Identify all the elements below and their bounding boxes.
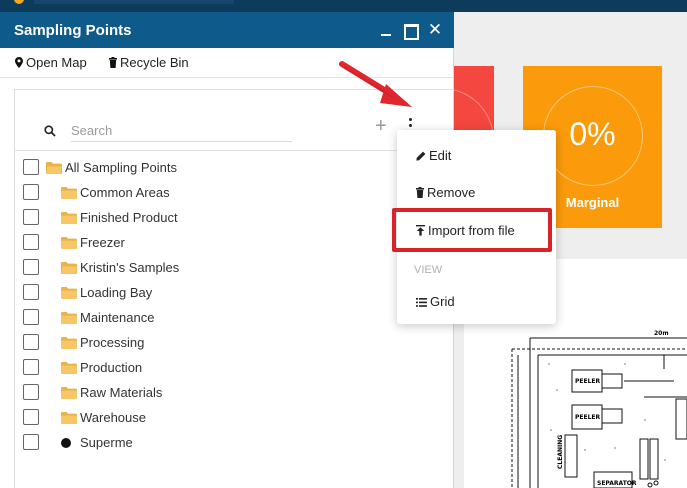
recycle-bin-label: Recycle Bin [120, 55, 189, 70]
minimize-icon[interactable] [376, 20, 396, 40]
tree-item-label: Raw Materials [80, 385, 163, 400]
tree-item-checkbox[interactable] [23, 234, 39, 250]
tree-item-label: Maintenance [80, 310, 155, 325]
folder-icon [61, 212, 77, 224]
pencil-icon [416, 151, 426, 161]
folder-icon [61, 412, 77, 424]
folder-icon [61, 287, 77, 299]
tree-item-label: Production [80, 360, 143, 375]
app-header [0, 0, 687, 12]
panel-title: Sampling Points [14, 22, 132, 39]
annotation-arrow-icon [339, 61, 412, 107]
menu-remove-label: Remove [427, 185, 476, 200]
tree-item-checkbox[interactable] [23, 209, 39, 225]
menu-section-view: VIEW [414, 264, 443, 276]
plan-dimension-label: 20m [654, 330, 669, 337]
tree-item-label: Kristin's Samples [80, 260, 180, 275]
menu-item-edit[interactable]: Edit [416, 148, 451, 163]
plan-separator-label: SEPARATOR [597, 480, 637, 487]
trash-icon [109, 57, 117, 68]
tree-item-label: Warehouse [80, 410, 146, 425]
maximize-icon[interactable] [400, 20, 420, 40]
tree-item-checkbox[interactable] [23, 384, 39, 400]
dot-icon [61, 438, 71, 448]
tree-item-label: Finished Product [80, 210, 178, 225]
menu-edit-label: Edit [429, 148, 452, 163]
tree-item-label: Processing [80, 335, 145, 350]
menu-item-grid[interactable]: Grid [416, 294, 455, 309]
plan-peeler-label: PEELER [575, 378, 601, 385]
tree-item-checkbox[interactable] [23, 259, 39, 275]
plan-peeler-label: PEELER [575, 414, 601, 421]
folder-open-icon [61, 262, 77, 274]
tree-item-checkbox[interactable] [23, 334, 39, 350]
folder-icon [61, 387, 77, 399]
folder-icon [61, 362, 77, 374]
app-header-title-fragment [34, 0, 234, 4]
trash-icon [416, 187, 424, 198]
tree-item-checkbox[interactable] [23, 434, 39, 450]
tree-item-checkbox[interactable] [23, 409, 39, 425]
close-icon[interactable]: ✕ [425, 20, 445, 40]
import-highlight-box [392, 208, 552, 252]
tree-item-checkbox[interactable] [23, 309, 39, 325]
folder-icon [61, 237, 77, 249]
list-icon [416, 298, 427, 307]
tree-item-label: Common Areas [80, 185, 170, 200]
tree-item-checkbox[interactable] [23, 159, 39, 175]
app-logo [14, 0, 24, 4]
tree-item-label: Freezer [80, 235, 125, 250]
open-map-label: Open Map [26, 55, 87, 70]
folder-icon [61, 187, 77, 199]
tree-item-label: Loading Bay [80, 285, 153, 300]
search-input[interactable] [71, 120, 292, 142]
folder-icon [61, 312, 77, 324]
tree-item-label: All Sampling Points [65, 160, 177, 175]
map-pin-icon [15, 57, 23, 68]
panel-title-bar[interactable]: Sampling Points ✕ [0, 12, 454, 48]
menu-item-remove[interactable]: Remove [416, 185, 475, 200]
tree-item-checkbox[interactable] [23, 184, 39, 200]
plan-cleaning-label: CLEANING [557, 434, 564, 469]
recycle-bin-button[interactable]: Recycle Bin [109, 55, 189, 70]
folder-icon [61, 337, 77, 349]
search-icon [44, 125, 56, 137]
tree-item-checkbox[interactable] [23, 359, 39, 375]
tree-item-checkbox[interactable] [23, 284, 39, 300]
tree-item-label: Superme [80, 435, 133, 450]
open-map-button[interactable]: Open Map [15, 55, 87, 70]
menu-grid-label: Grid [430, 294, 455, 309]
folder-open-icon [46, 162, 62, 174]
